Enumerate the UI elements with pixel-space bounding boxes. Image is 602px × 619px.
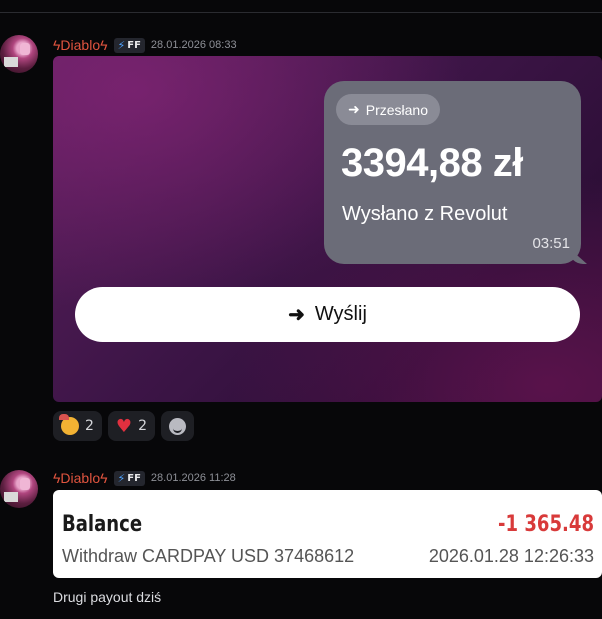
- lightning-bolt-icon: ⚡: [117, 38, 126, 52]
- heart-icon: ♥: [115, 415, 133, 437]
- reaction-count: 2: [85, 418, 94, 434]
- message-header: ϟDiabloϟ ⚡ FF 28.01.2026 11:28: [53, 469, 236, 487]
- notification-bubble: ➜ Przesłano 3394,88 zł Wysłano z Revolut…: [324, 81, 581, 264]
- arrow-right-icon: ➜: [348, 101, 360, 117]
- party-face-icon: [59, 414, 79, 435]
- add-reaction-icon: [168, 417, 186, 435]
- avatar[interactable]: [0, 470, 38, 508]
- top-divider: [0, 12, 602, 13]
- avatar[interactable]: [0, 35, 38, 73]
- transfer-amount: 3394,88 zł: [341, 141, 523, 185]
- lightning-bolt-icon: ⚡: [117, 471, 126, 485]
- balance-title: Balance: [62, 512, 143, 537]
- message-text: Drugi payout dziś: [53, 589, 162, 605]
- reaction-party-face[interactable]: 2: [53, 411, 102, 441]
- send-button-label: Wyślij: [314, 303, 367, 325]
- server-tag[interactable]: ⚡ FF: [113, 470, 145, 486]
- transaction-description: Withdraw CARDPAY USD 37468612: [62, 546, 355, 566]
- reaction-count: 2: [138, 418, 147, 434]
- transaction-datetime: 2026.01.28 12:26:33: [428, 546, 594, 566]
- balance-amount: -1 365.48: [498, 512, 594, 537]
- transferred-label: Przesłano: [365, 101, 428, 118]
- timestamp: 28.01.2026 08:33: [150, 39, 237, 51]
- arrow-right-icon: ➜: [288, 304, 305, 326]
- username[interactable]: ϟDiabloϟ: [53, 37, 108, 53]
- server-tag-label: FF: [127, 472, 141, 484]
- reaction-heart[interactable]: ♥ 2: [107, 411, 155, 441]
- reactions-bar: 2 ♥ 2: [53, 411, 194, 441]
- server-tag-label: FF: [127, 39, 141, 51]
- balance-card-image[interactable]: Balance -1 365.48 Withdraw CARDPAY USD 3…: [53, 490, 602, 578]
- transferred-pill: ➜ Przesłano: [336, 94, 440, 125]
- username[interactable]: ϟDiabloϟ: [53, 470, 108, 486]
- server-tag[interactable]: ⚡ FF: [113, 37, 145, 53]
- timestamp: 28.01.2026 11:28: [150, 472, 236, 484]
- attachment-image[interactable]: ➜ Przesłano 3394,88 zł Wysłano z Revolut…: [53, 56, 602, 402]
- send-button: ➜ Wyślij: [75, 287, 580, 342]
- sent-from-label: Wysłano z Revolut: [342, 203, 508, 225]
- message-header: ϟDiabloϟ ⚡ FF 28.01.2026 08:33: [53, 36, 237, 54]
- add-reaction-button[interactable]: [160, 411, 194, 441]
- bubble-time: 03:51: [532, 235, 570, 252]
